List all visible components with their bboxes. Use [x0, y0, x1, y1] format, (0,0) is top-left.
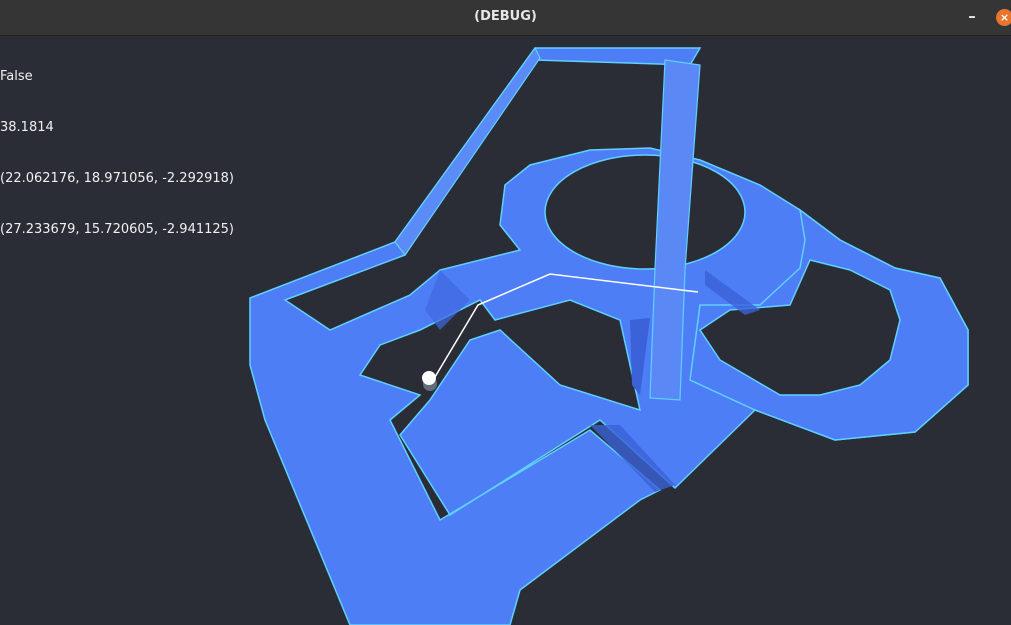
minimize-button[interactable]: – [964, 6, 980, 26]
close-icon: × [999, 11, 1010, 24]
track-ring-hole [544, 154, 746, 270]
debug-line-3: (22.062176, 18.971056, -2.292918) [0, 171, 234, 186]
debug-overlay: False 38.1814 (22.062176, 18.971056, -2.… [0, 36, 234, 272]
debug-line-1: False [0, 69, 33, 84]
close-button[interactable]: × [996, 9, 1011, 26]
debug-line-4: (27.233679, 15.720605, -2.941125) [0, 222, 234, 237]
golf-ball[interactable] [422, 371, 436, 385]
game-viewport[interactable]: False 38.1814 (22.062176, 18.971056, -2.… [0, 36, 1011, 625]
minimize-icon: – [968, 7, 976, 25]
debug-line-2: 38.1814 [0, 120, 54, 135]
title-bar: (DEBUG) – × [0, 0, 1011, 36]
window-title: (DEBUG) [474, 9, 537, 24]
